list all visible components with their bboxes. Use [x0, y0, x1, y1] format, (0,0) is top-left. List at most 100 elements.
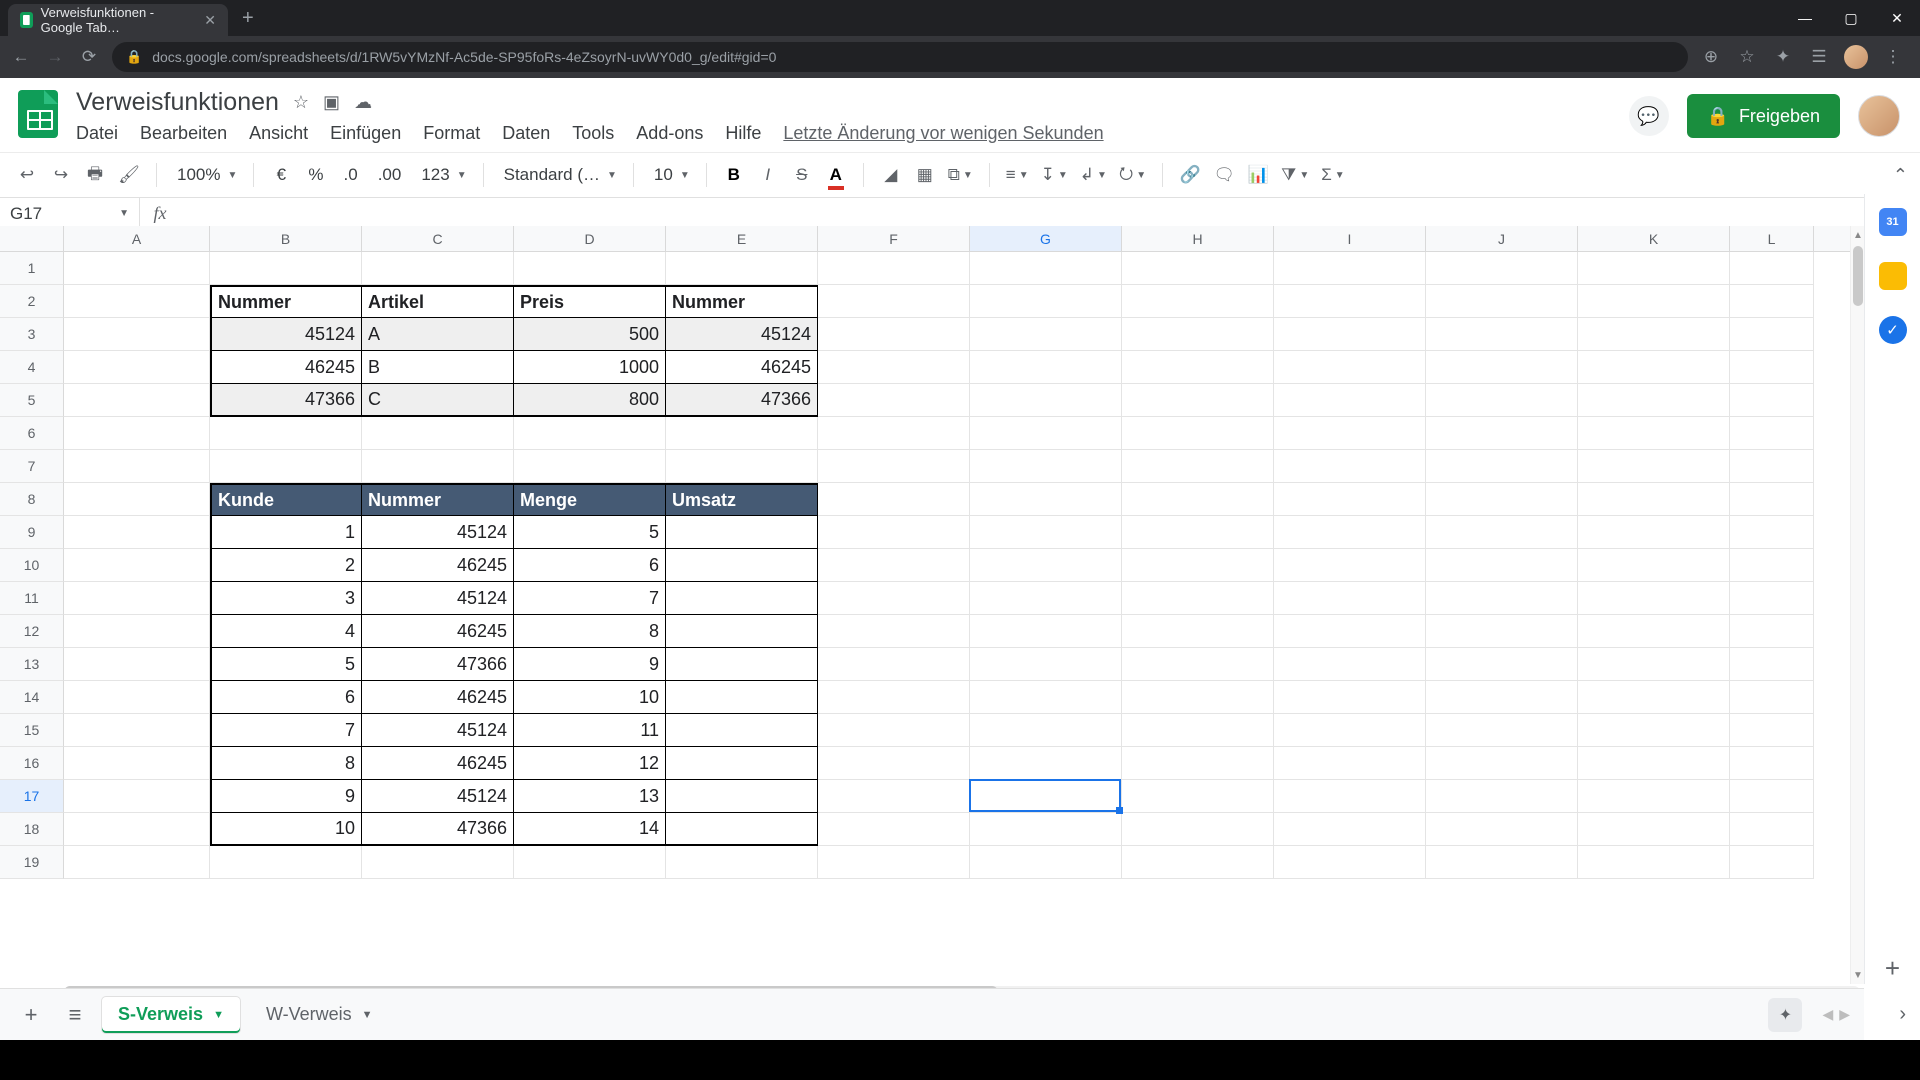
cell[interactable]	[64, 714, 210, 747]
doc-title[interactable]: Verweisfunktionen	[76, 88, 279, 117]
cell[interactable]	[818, 681, 970, 714]
explore-button[interactable]: ✦	[1768, 998, 1802, 1032]
cell[interactable]	[1122, 615, 1274, 648]
cell[interactable]	[210, 450, 362, 483]
nav-back-button[interactable]: ←	[10, 46, 32, 68]
cell[interactable]	[1122, 681, 1274, 714]
cell[interactable]	[666, 714, 818, 747]
cell[interactable]	[1274, 813, 1426, 846]
cell[interactable]	[1426, 351, 1578, 384]
cell[interactable]	[1578, 318, 1730, 351]
cell[interactable]: 5	[210, 648, 362, 681]
cell[interactable]	[64, 516, 210, 549]
row-header[interactable]: 1	[0, 252, 64, 285]
cell[interactable]	[1122, 450, 1274, 483]
cell[interactable]: 47366	[362, 813, 514, 846]
cell[interactable]: 3	[210, 582, 362, 615]
cell[interactable]	[64, 813, 210, 846]
cell[interactable]	[64, 351, 210, 384]
cell[interactable]: 5	[514, 516, 666, 549]
rotate-button[interactable]: ⭮▼	[1115, 160, 1150, 190]
cell[interactable]	[362, 846, 514, 879]
cell[interactable]	[1122, 813, 1274, 846]
scroll-up-icon[interactable]: ▲	[1851, 228, 1865, 242]
cell[interactable]	[1730, 483, 1814, 516]
col-header-D[interactable]: D	[514, 226, 666, 251]
cell[interactable]: 10	[514, 681, 666, 714]
menu-file[interactable]: Datei	[76, 123, 118, 144]
cell[interactable]	[666, 516, 818, 549]
percent-button[interactable]: %	[300, 160, 331, 190]
cell[interactable]: 45124	[666, 318, 818, 351]
cell[interactable]	[818, 417, 970, 450]
nav-forward-button[interactable]: →	[44, 46, 66, 68]
move-icon[interactable]: ▣	[323, 92, 340, 113]
cell[interactable]	[64, 549, 210, 582]
cell[interactable]	[1730, 384, 1814, 417]
row-header[interactable]: 6	[0, 417, 64, 450]
cell[interactable]: B	[362, 351, 514, 384]
cell[interactable]	[666, 648, 818, 681]
sheet-nav-left-icon[interactable]: ◀	[1822, 1006, 1833, 1023]
column-headers[interactable]: A B C D E F G H I J K L	[0, 226, 1864, 252]
wrap-button[interactable]: ↲▼	[1076, 160, 1111, 190]
row-header[interactable]: 11	[0, 582, 64, 615]
cell[interactable]	[1274, 417, 1426, 450]
cell[interactable]	[666, 813, 818, 846]
cell[interactable]: Menge	[514, 483, 666, 516]
cell[interactable]	[970, 417, 1122, 450]
cell[interactable]	[1578, 252, 1730, 285]
cell[interactable]	[1426, 648, 1578, 681]
cell[interactable]: 47366	[362, 648, 514, 681]
cell[interactable]	[970, 813, 1122, 846]
row-header[interactable]: 14	[0, 681, 64, 714]
row-header[interactable]: 17	[0, 780, 64, 813]
cell[interactable]	[1578, 483, 1730, 516]
col-header-J[interactable]: J	[1426, 226, 1578, 251]
reader-icon[interactable]: ☰	[1808, 46, 1830, 68]
cell[interactable]: 13	[514, 780, 666, 813]
row-header[interactable]: 7	[0, 450, 64, 483]
sheet-tab-s-verweis[interactable]: S-Verweis ▼	[102, 997, 240, 1033]
cell[interactable]	[1426, 450, 1578, 483]
cell[interactable]	[970, 549, 1122, 582]
cell[interactable]	[666, 615, 818, 648]
cell[interactable]: 45124	[362, 714, 514, 747]
cell[interactable]	[1122, 417, 1274, 450]
cell[interactable]	[1122, 483, 1274, 516]
undo-button[interactable]: ↩	[12, 160, 42, 190]
side-panel-collapse-button[interactable]: ›	[1899, 1003, 1906, 1026]
cell[interactable]	[64, 846, 210, 879]
cell[interactable]	[970, 747, 1122, 780]
cell[interactable]: 46245	[666, 351, 818, 384]
cell[interactable]	[1426, 813, 1578, 846]
cell[interactable]	[970, 714, 1122, 747]
cell[interactable]	[64, 780, 210, 813]
cell[interactable]: 10	[210, 813, 362, 846]
cell[interactable]: 6	[514, 549, 666, 582]
cell[interactable]: 2	[210, 549, 362, 582]
cell[interactable]	[1426, 615, 1578, 648]
cell[interactable]	[1274, 681, 1426, 714]
cell[interactable]: Kunde	[210, 483, 362, 516]
cell[interactable]	[1274, 549, 1426, 582]
cell[interactable]	[514, 450, 666, 483]
cell[interactable]	[1122, 285, 1274, 318]
share-button[interactable]: 🔒 Freigeben	[1687, 94, 1840, 138]
cell[interactable]	[970, 351, 1122, 384]
cell[interactable]	[64, 252, 210, 285]
cell[interactable]	[818, 252, 970, 285]
history-link[interactable]: Letzte Änderung vor wenigen Sekunden	[783, 123, 1103, 144]
cell[interactable]	[970, 846, 1122, 879]
cell[interactable]	[1122, 582, 1274, 615]
redo-button[interactable]: ↪	[46, 160, 76, 190]
cell[interactable]	[1730, 747, 1814, 780]
borders-button[interactable]: ▦	[910, 160, 940, 190]
cell[interactable]: 9	[210, 780, 362, 813]
cell[interactable]: 12	[514, 747, 666, 780]
cell[interactable]: Umsatz	[666, 483, 818, 516]
cell[interactable]	[1426, 417, 1578, 450]
cell[interactable]	[1578, 615, 1730, 648]
cell[interactable]	[666, 549, 818, 582]
cell[interactable]	[1426, 516, 1578, 549]
